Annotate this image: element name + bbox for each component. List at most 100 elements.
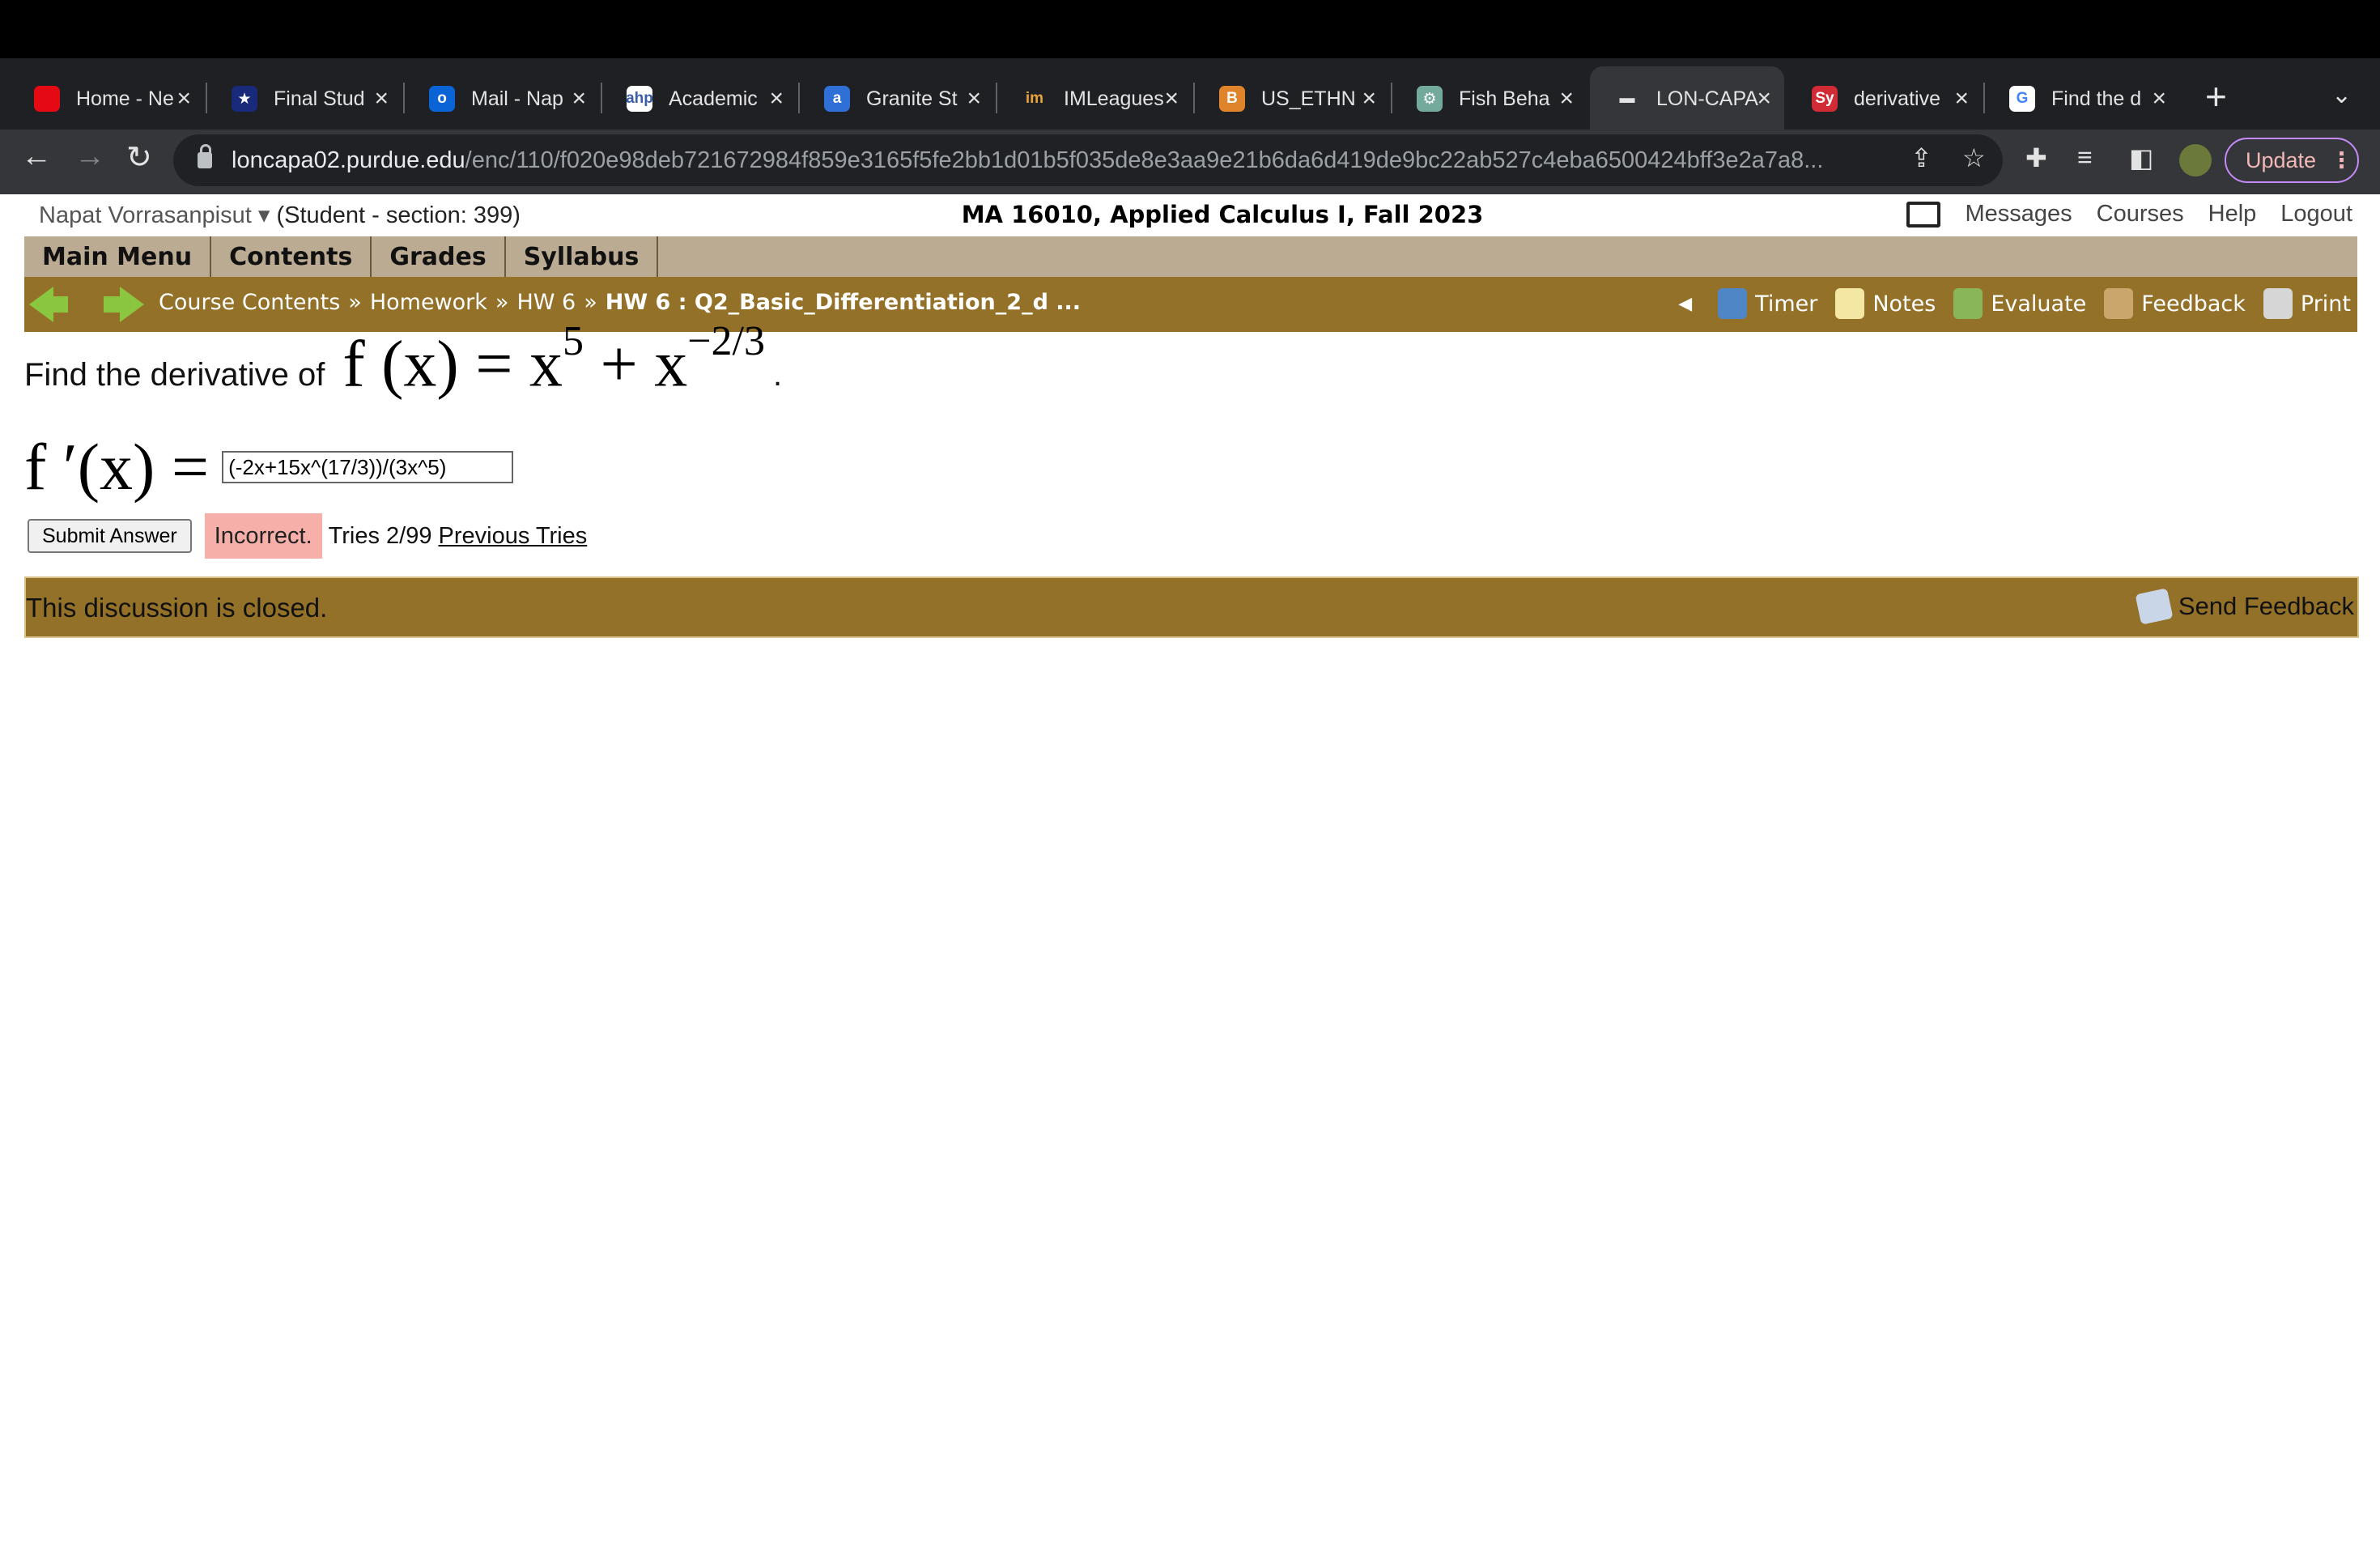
tab-ahp[interactable]: ahp Academic ×: [602, 66, 797, 131]
breadcrumb: Course Contents» Homework» HW 6» HW 6 : Q2_…: [159, 290, 1082, 315]
close-icon[interactable]: ×: [1757, 85, 1771, 113]
evaluate-tool[interactable]: Evaluate: [1953, 288, 2086, 319]
forward-arrow-icon[interactable]: →: [74, 139, 105, 174]
loncapa-icon: ▬: [1614, 86, 1640, 112]
tab-label: derivative: [1854, 87, 1940, 110]
evaluate-icon: [1953, 288, 1983, 319]
answer-input[interactable]: [222, 451, 514, 483]
more-menu-icon: ⋮: [2331, 147, 2353, 172]
update-button[interactable]: Update ⋮: [2225, 138, 2359, 183]
close-icon[interactable]: ×: [374, 85, 389, 113]
help-link[interactable]: Help: [2208, 201, 2257, 228]
tab-separator: [798, 83, 800, 113]
close-icon[interactable]: ×: [769, 85, 784, 113]
tab-label: Mail - Nap: [471, 87, 563, 110]
timer-tool[interactable]: Timer: [1718, 288, 1817, 319]
tab-symbolab[interactable]: Sy derivative ×: [1787, 66, 1982, 131]
previous-tries-link[interactable]: Previous Tries: [439, 523, 588, 550]
question-prompt: Find the derivative of: [24, 357, 325, 393]
reload-icon[interactable]: ↻: [126, 139, 152, 176]
function-lhs: f (x) = x: [342, 326, 563, 401]
discussion-bar: This discussion is closed. Send Feedback: [24, 576, 2359, 638]
resource-nav-bar: Course Contents» Homework» HW 6» HW 6 : Q2_…: [24, 277, 2357, 332]
menu-syllabus[interactable]: Syllabus: [506, 236, 659, 277]
breadcrumb-hw6[interactable]: HW 6: [516, 290, 576, 315]
logout-link[interactable]: Logout: [2280, 201, 2352, 228]
function-mid: + x: [583, 326, 688, 401]
tab-separator: [1391, 83, 1392, 113]
courses-link[interactable]: Courses: [2097, 201, 2184, 228]
star-icon: ★: [232, 86, 257, 112]
send-feedback-link[interactable]: Send Feedback: [2135, 588, 2354, 625]
breadcrumb-course-contents[interactable]: Course Contents: [159, 290, 340, 315]
lock-icon: [198, 144, 212, 168]
close-icon[interactable]: ×: [572, 85, 586, 113]
granite-icon: a: [824, 86, 850, 112]
media-queue-icon[interactable]: ≡: [2077, 142, 2093, 172]
profile-avatar[interactable]: [2179, 144, 2212, 176]
tab-label: Fish Beha: [1459, 87, 1550, 110]
tab-loncapa[interactable]: ▬ LON-CAPA ×: [1590, 66, 1784, 131]
share-icon[interactable]: ⇪: [1910, 142, 1932, 173]
header-links: Messages Courses Help Logout: [1882, 201, 2352, 228]
close-icon[interactable]: ×: [967, 85, 981, 113]
tab-search-chevron-icon[interactable]: ⌄: [2331, 81, 2352, 109]
tab-chatgpt[interactable]: ⚙ Fish Beha ×: [1392, 66, 1587, 131]
tab-imleagues[interactable]: im IMLeagues ×: [997, 66, 1192, 131]
ahp-icon: ahp: [626, 86, 653, 112]
submit-row: Submit Answer Incorrect. Tries 2/99 Prev…: [28, 513, 587, 559]
tab-outlook[interactable]: o Mail - Nap ×: [405, 66, 599, 131]
address-bar[interactable]: loncapa02.purdue.edu/enc/110/f020e98deb7…: [173, 134, 2003, 186]
tab-separator: [403, 83, 405, 113]
tab-label: LON-CAPA: [1656, 87, 1758, 110]
tab-netflix[interactable]: N Home - Ne ×: [10, 66, 204, 131]
new-tab-button[interactable]: +: [2205, 74, 2227, 118]
extensions-puzzle-icon[interactable]: ✚: [2025, 142, 2047, 173]
breadcrumb-homework[interactable]: Homework: [370, 290, 487, 315]
tab-star[interactable]: ★ Final Stud ×: [207, 66, 402, 131]
side-panel-icon[interactable]: ◧: [2129, 142, 2153, 173]
loncapa-logo-icon: [1906, 201, 1941, 228]
tab-granite[interactable]: a Granite St ×: [800, 66, 994, 131]
print-tool[interactable]: Print: [2263, 288, 2351, 319]
tab-separator: [601, 83, 602, 113]
menu-contents[interactable]: Contents: [211, 236, 372, 277]
notes-tool[interactable]: Notes: [1835, 288, 1936, 319]
tab-label: Academic: [669, 87, 758, 110]
notes-icon: [1835, 288, 1865, 319]
submit-answer-button[interactable]: Submit Answer: [28, 519, 192, 553]
netflix-icon: N: [34, 86, 60, 112]
breadcrumb-current: HW 6 : Q2_Basic_Differentiation_2_d ...: [605, 290, 1082, 315]
tab-label: Home - Ne: [76, 87, 174, 110]
close-icon[interactable]: ×: [176, 85, 191, 113]
tab-google[interactable]: G Find the d ×: [1985, 66, 2179, 131]
tab-separator: [996, 83, 997, 113]
main-menu-bar: Main Menu Contents Grades Syllabus: [24, 236, 2357, 277]
back-arrow-icon[interactable]: ←: [21, 139, 52, 174]
close-icon[interactable]: ×: [1954, 85, 1969, 113]
print-icon: [2263, 288, 2293, 319]
feedback-tool[interactable]: Feedback: [2104, 288, 2246, 319]
answer-line: f ′(x) =: [24, 429, 514, 505]
resource-tools: ◀ Timer Notes Evaluate Feedback Print: [1678, 288, 2351, 319]
send-feedback-icon: [2135, 588, 2174, 625]
tab-bitcoin[interactable]: B US_ETHN ×: [1195, 66, 1389, 131]
close-icon[interactable]: ×: [1559, 85, 1574, 113]
tool-label: Evaluate: [1991, 291, 2087, 317]
menu-grades[interactable]: Grades: [372, 236, 506, 277]
collapse-arrow-icon[interactable]: ◀: [1678, 294, 1692, 314]
messages-link[interactable]: Messages: [1965, 201, 2072, 228]
close-icon[interactable]: ×: [1164, 85, 1179, 113]
close-icon[interactable]: ×: [2152, 85, 2166, 113]
tab-label: Find the d: [2051, 87, 2142, 110]
bookmark-star-icon[interactable]: ☆: [1962, 142, 1986, 173]
menu-main-menu[interactable]: Main Menu: [24, 236, 212, 277]
tab-separator: [1983, 83, 1985, 113]
google-icon: G: [2009, 86, 2035, 112]
previous-arrow-icon[interactable]: [29, 287, 68, 322]
outlook-icon: o: [429, 86, 455, 112]
next-arrow-icon[interactable]: [104, 287, 144, 322]
imleagues-icon: im: [1022, 86, 1048, 112]
tab-separator: [1193, 83, 1195, 113]
close-icon[interactable]: ×: [1362, 85, 1376, 113]
